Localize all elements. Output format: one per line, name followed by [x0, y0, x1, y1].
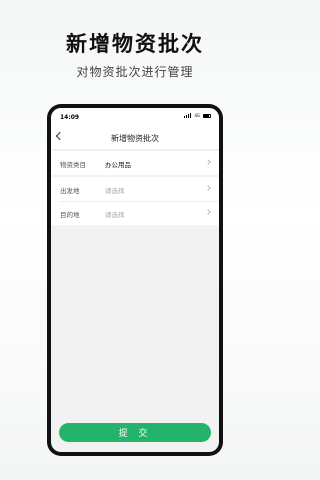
chevron-right-icon — [205, 159, 211, 165]
phone-frame: 14:09 4G 新增物资批次 物资类目 办公用品 出发地 请选择 目的地 请选… — [47, 104, 223, 456]
promo-subtitle: 对物资批次进行管理 — [76, 65, 194, 79]
category-group: 物资类目 办公用品 — [51, 151, 219, 175]
status-icons: 4G — [184, 113, 211, 118]
row-label: 出发地 — [60, 187, 80, 195]
promo-title: 新增物资批次 — [66, 32, 204, 56]
form-row-category[interactable]: 物资类目 办公用品 — [51, 151, 219, 175]
submit-button[interactable]: 提 交 — [59, 423, 211, 442]
location-group: 出发地 请选择 目的地 请选择 — [51, 177, 219, 225]
network-label: 4G — [194, 113, 200, 118]
row-label: 物资类目 — [60, 161, 86, 169]
chevron-right-icon — [205, 185, 211, 191]
row-value: 办公用品 — [105, 161, 131, 169]
status-time: 14:09 — [60, 114, 80, 121]
form-row-destination[interactable]: 目的地 请选择 — [51, 201, 219, 225]
status-bar: 14:09 4G — [51, 108, 219, 125]
battery-icon — [203, 113, 211, 118]
row-value: 请选择 — [105, 187, 125, 195]
nav-bar: 新增物资批次 — [51, 125, 219, 149]
signal-icon — [184, 113, 192, 118]
chevron-right-icon — [205, 209, 211, 215]
row-label: 目的地 — [60, 211, 80, 219]
nav-title: 新增物资批次 — [111, 134, 159, 143]
form-row-origin[interactable]: 出发地 请选择 — [51, 177, 219, 201]
app-screen: 14:09 4G 新增物资批次 物资类目 办公用品 出发地 请选择 目的地 请选… — [51, 108, 219, 452]
row-value: 请选择 — [105, 211, 125, 219]
